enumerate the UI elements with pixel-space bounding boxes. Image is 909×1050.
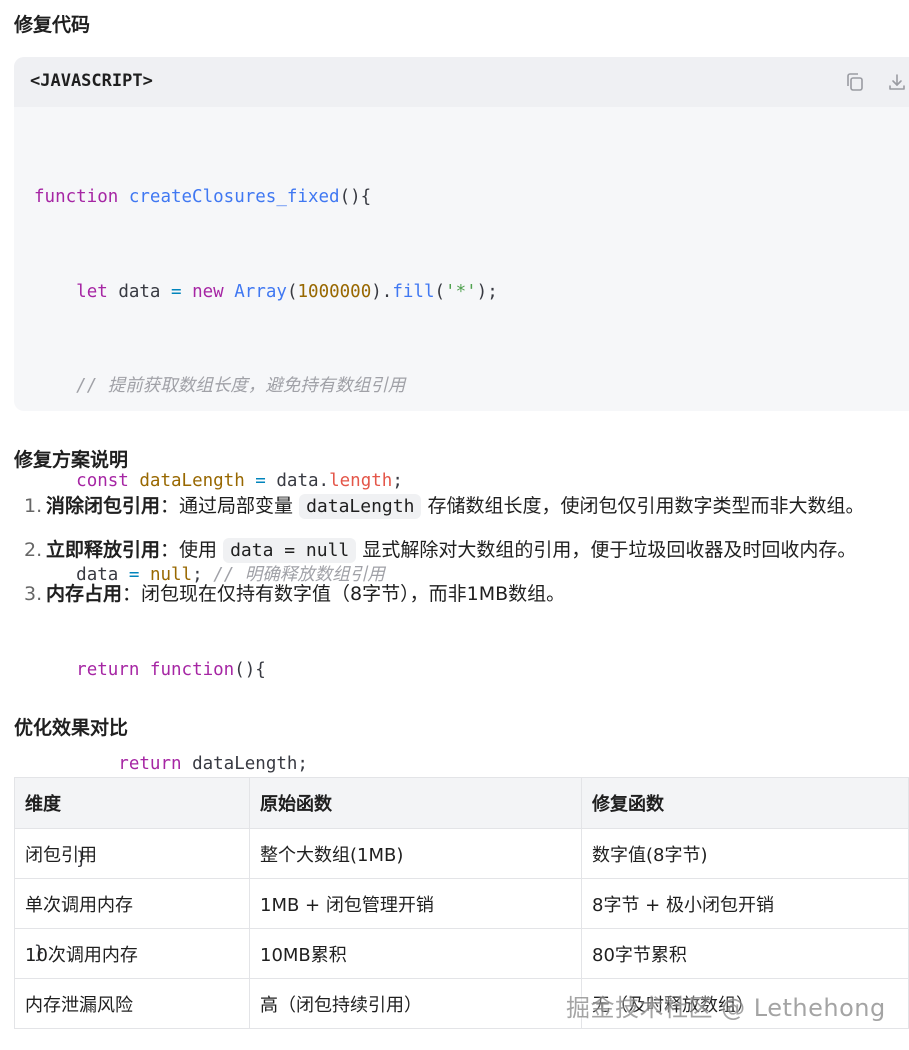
list-item: 3. 内存占用：闭包现在仅持有数字值（8字节），而非1MB数组。 <box>14 578 904 611</box>
table-header-row: 维度 原始函数 修复函数 <box>14 777 909 829</box>
section-heading-comparison: 优化效果对比 <box>14 717 129 739</box>
list-number: 2. <box>24 539 43 561</box>
code-block: <JAVASCRIPT> function createClosures_fix… <box>14 57 909 963</box>
download-icon[interactable] <box>886 71 908 93</box>
table-cell: 内存泄漏风险 <box>14 978 250 1029</box>
code-line: // 提前获取数组长度，避免持有数组引用 <box>76 376 406 396</box>
list-item-title: 消除闭包引用 <box>46 495 161 517</box>
list-item-text: 存储数组长度，使闭包仅引用数字类型而非大数组。 <box>421 495 865 517</box>
table-cell: 高（闭包持续引用） <box>249 978 582 1029</box>
table-cell: 80字节累积 <box>581 928 909 979</box>
table-cell: 单次调用内存 <box>14 878 250 929</box>
column-header-dimension: 维度 <box>14 777 250 829</box>
table-cell: 1MB + 闭包管理开销 <box>249 878 582 929</box>
code-line: return dataLength; <box>118 754 308 774</box>
list-item: 1. 消除闭包引用：通过局部变量 dataLength 存储数组长度，使闭包仅引… <box>14 490 904 523</box>
table-row: 单次调用内存 1MB + 闭包管理开销 8字节 + 极小闭包开销 <box>14 878 909 929</box>
table-cell: 数字值(8字节) <box>581 828 909 879</box>
table-cell: 8字节 + 极小闭包开销 <box>581 878 909 929</box>
column-header-original: 原始函数 <box>249 777 582 829</box>
table-cell: 整个大数组(1MB) <box>249 828 582 879</box>
explanation-list: 1. 消除闭包引用：通过局部变量 dataLength 存储数组长度，使闭包仅引… <box>14 490 904 622</box>
list-item-text: ：通过局部变量 <box>160 495 300 517</box>
list-item-title: 内存占用 <box>46 583 123 605</box>
section-heading-fix-code: 修复代码 <box>14 14 91 36</box>
table-cell: 10MB累积 <box>249 928 582 979</box>
code-language-label: <JAVASCRIPT> <box>30 71 153 91</box>
column-header-fixed: 修复函数 <box>581 777 909 829</box>
list-item-text: ：使用 <box>160 539 224 561</box>
table-row: 10次调用内存 10MB累积 80字节累积 <box>14 928 909 979</box>
list-item-text: ：闭包现在仅持有数字值（8字节），而非1MB数组。 <box>122 583 566 605</box>
watermark: 掘金技术社区 @ Lethehong <box>566 994 886 1022</box>
list-number: 1. <box>24 495 43 517</box>
code-line: function createClosures_fixed(){ <box>34 187 372 207</box>
code-line: let data = new Array(1000000).fill('*'); <box>76 281 498 302</box>
inline-code: data = null <box>223 538 357 563</box>
code-line: return function(){ <box>76 659 266 680</box>
code-header: <JAVASCRIPT> <box>14 57 909 107</box>
table-row: 闭包引用 整个大数组(1MB) 数字值(8字节) <box>14 828 909 879</box>
list-item-text: 显式解除对大数组的引用，便于垃圾回收器及时回收内存。 <box>356 539 857 561</box>
list-item-title: 立即释放引用 <box>46 539 161 561</box>
inline-code: dataLength <box>299 494 422 519</box>
list-number: 3. <box>24 583 43 605</box>
table-cell: 10次调用内存 <box>14 928 250 979</box>
copy-icon[interactable] <box>844 71 866 93</box>
section-heading-explanation: 修复方案说明 <box>14 449 129 471</box>
list-item: 2. 立即释放引用：使用 data = null 显式解除对大数组的引用，便于垃… <box>14 534 904 567</box>
table-cell: 闭包引用 <box>14 828 250 879</box>
